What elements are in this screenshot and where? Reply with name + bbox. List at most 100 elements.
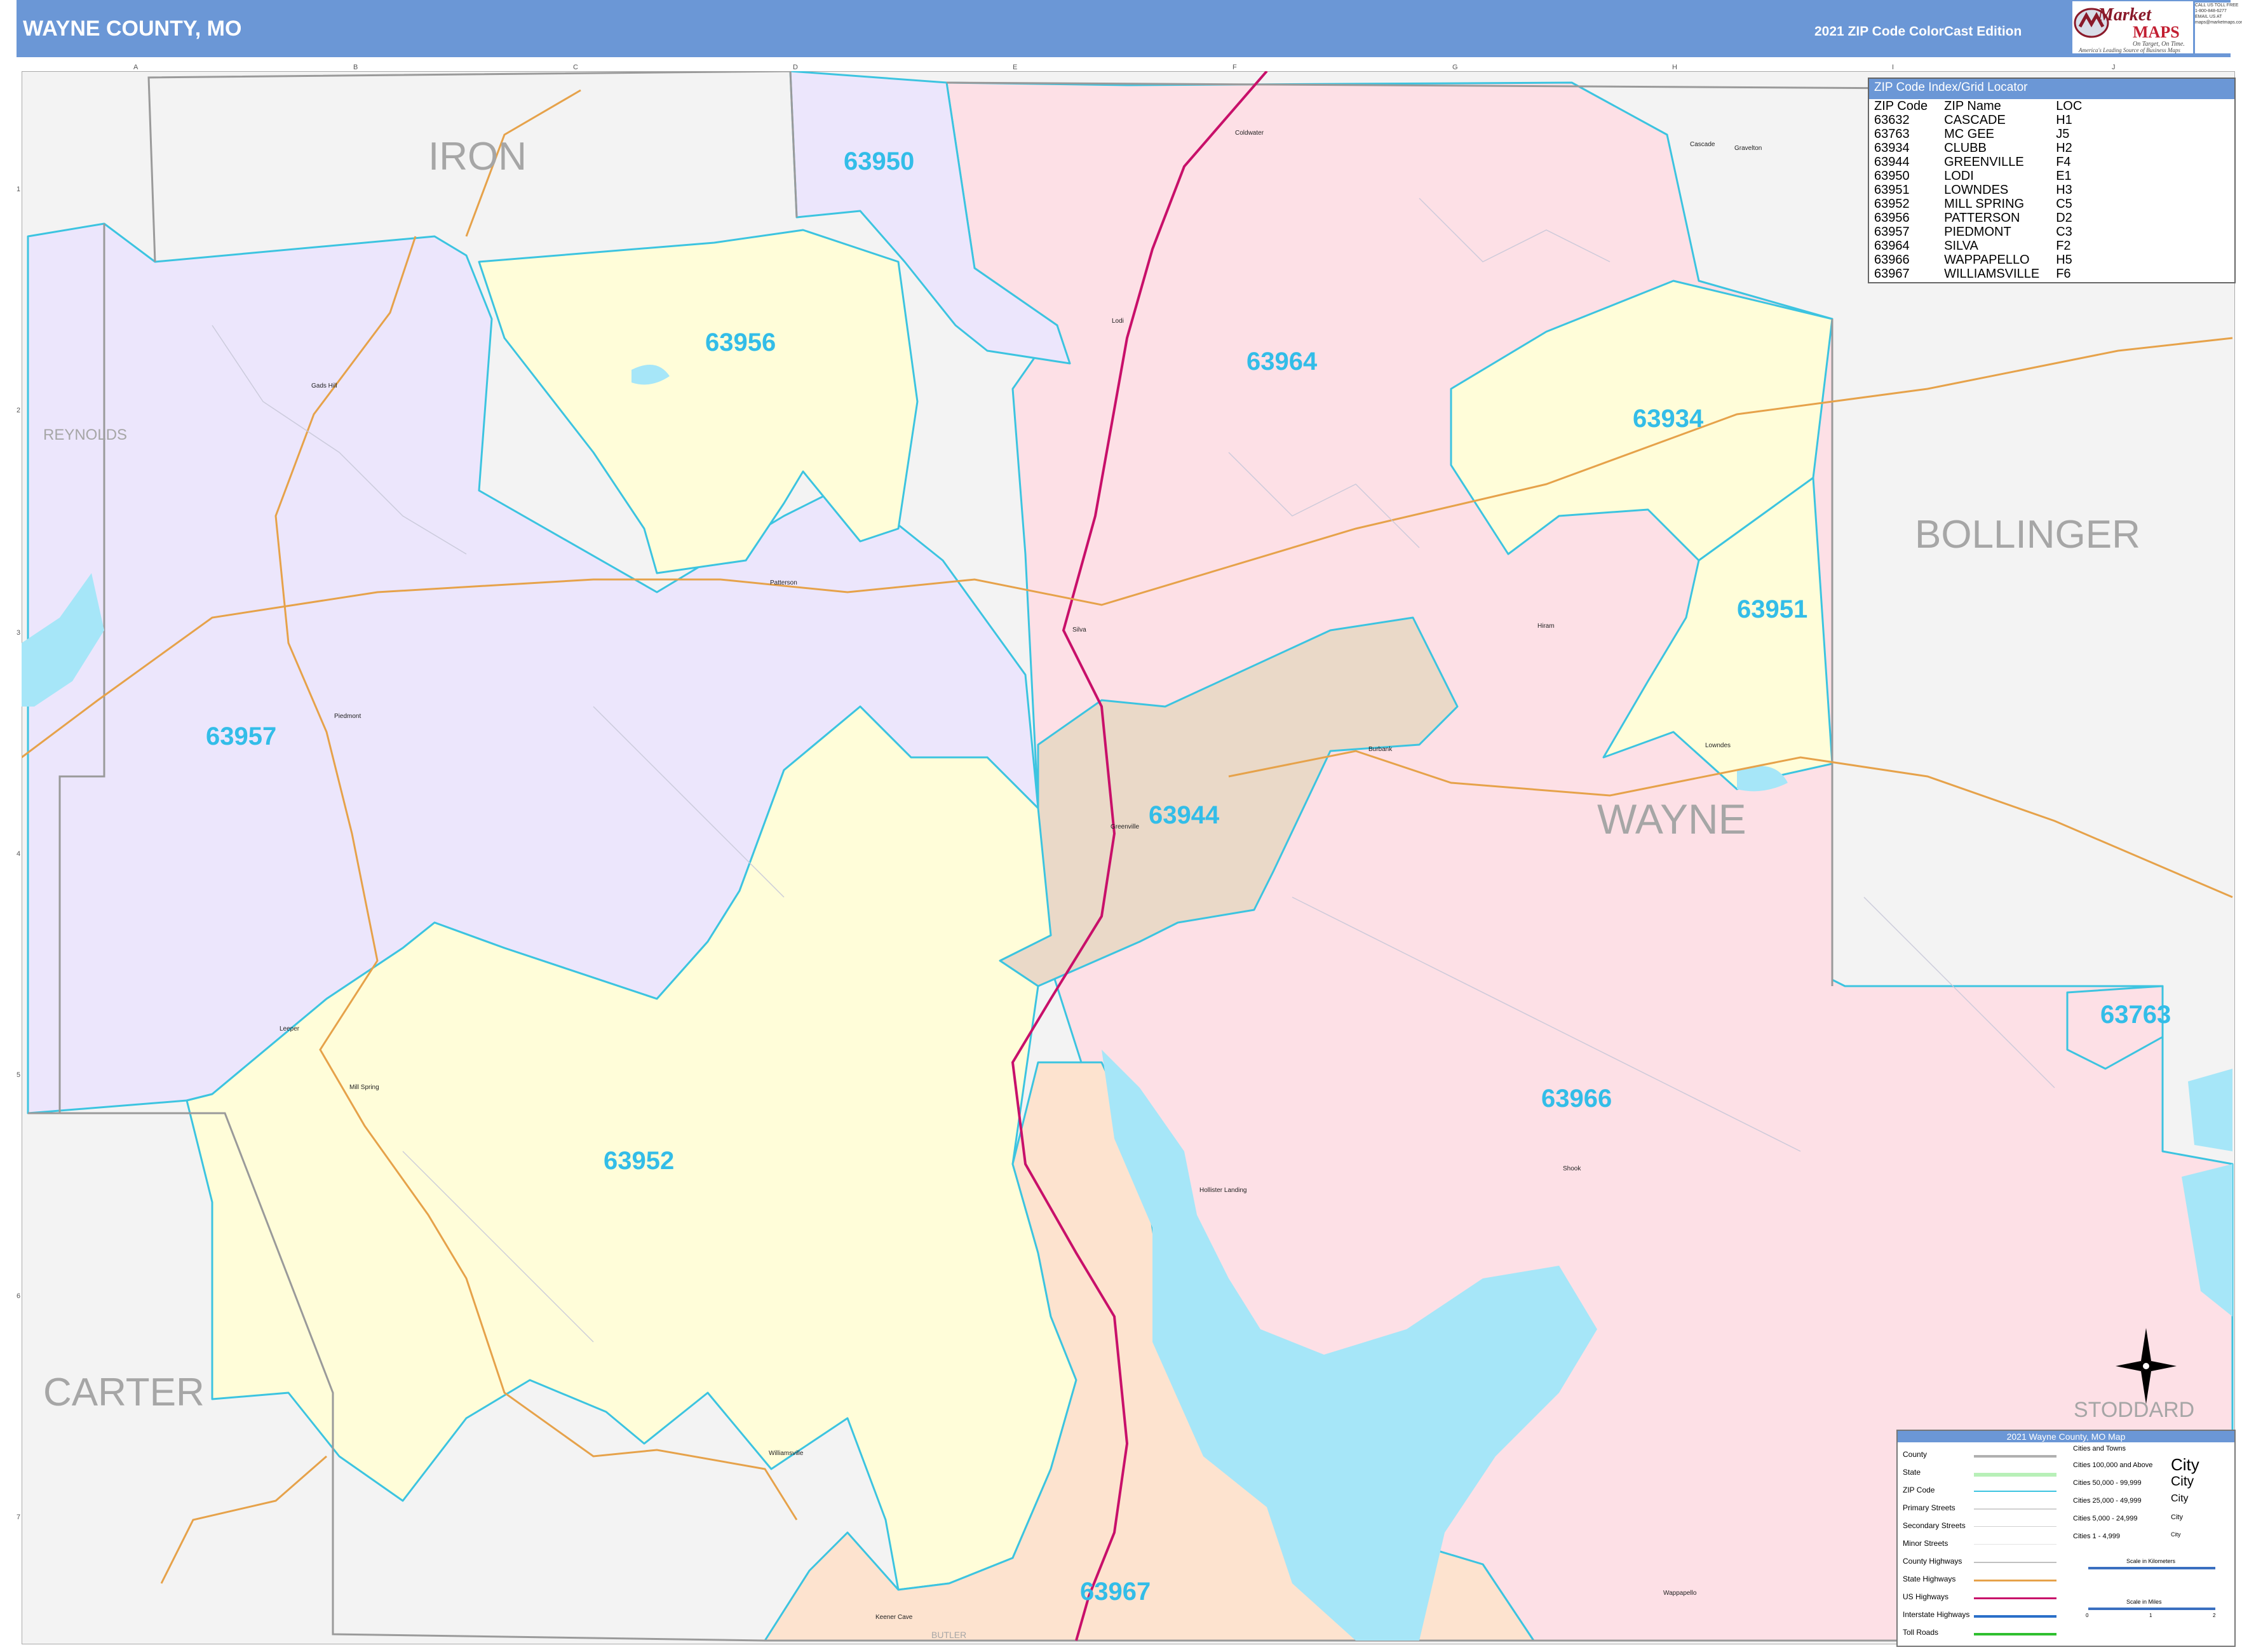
- county-label-wayne: WAYNE: [1597, 796, 1746, 843]
- grid-row-label: 6: [17, 1292, 21, 1300]
- contact-line: CALL US TOLL FREE: [2195, 3, 2239, 8]
- legend-feature: Toll Roads: [1903, 1628, 1939, 1637]
- town-label: Burbank: [1368, 746, 1393, 753]
- table-cell: 63950: [1874, 169, 1910, 183]
- legend-swatch-state: [1974, 1473, 2056, 1477]
- zip-label-63964: 63964: [1246, 348, 1318, 376]
- legend-scale-tick: 1: [2149, 1613, 2152, 1618]
- grid-col-label: G: [1452, 64, 1458, 71]
- zip-label-63956: 63956: [705, 328, 776, 356]
- county-label-butler: BUTLER: [931, 1630, 966, 1640]
- zip-index-row: 63967 WILLIAMSVILLE F6: [1872, 267, 2084, 281]
- legend-city-sample: City: [2171, 1513, 2183, 1521]
- legend-scale-mi-bar: [2088, 1608, 2215, 1610]
- legend-city-sample: City: [2171, 1474, 2194, 1489]
- table-cell: 63952: [1874, 197, 1910, 211]
- legend-cities-title: Cities and Towns: [2073, 1445, 2126, 1452]
- grid-row-label: 3: [17, 629, 21, 637]
- zip-index-row: 63632 CASCADE H1: [1872, 113, 2084, 127]
- county-label-reynolds: REYNOLDS: [43, 426, 127, 443]
- legend-city-sample: City: [2171, 1493, 2189, 1504]
- edition-label: 2021 ZIP Code ColorCast Edition: [1814, 24, 2022, 39]
- table-cell: F2: [2056, 239, 2071, 253]
- county-label-bollinger: BOLLINGER: [1915, 513, 2140, 557]
- zip-index-row: 63944 GREENVILLE F4: [1872, 155, 2084, 169]
- town-label: Williamsville: [769, 1450, 804, 1457]
- contact-line: EMAIL US AT: [2195, 15, 2222, 19]
- zip-index-row: 63966 WAPPAPELLO H5: [1872, 253, 2084, 267]
- table-cell: H2: [2056, 141, 2072, 155]
- zip-label-63952: 63952: [604, 1147, 674, 1175]
- zip-label-63950: 63950: [844, 147, 914, 175]
- legend-feature: State: [1903, 1468, 1921, 1477]
- table-cell: 63763: [1874, 127, 1910, 141]
- grid-col-label: A: [133, 64, 138, 71]
- county-label-iron: IRON: [428, 135, 527, 179]
- table-cell: D2: [2056, 211, 2072, 225]
- table-cell: E1: [2056, 169, 2072, 183]
- zip-label-63763: 63763: [2100, 1001, 2171, 1029]
- table-cell: F4: [2056, 155, 2071, 169]
- zip-index-row: 63952 MILL SPRING C5: [1872, 197, 2084, 211]
- legend-feature: Minor Streets: [1903, 1539, 1948, 1548]
- grid-col-label: C: [573, 64, 578, 71]
- legend-city-range: Cities 100,000 and Above: [2073, 1461, 2153, 1469]
- town-label: Leeper: [280, 1026, 300, 1032]
- table-cell: 63934: [1874, 141, 1910, 155]
- table-cell: LODI: [1944, 169, 1974, 183]
- town-label: Hollister Landing: [1199, 1187, 1247, 1194]
- legend-scale-km-bar: [2088, 1567, 2215, 1569]
- zip-label-63966: 63966: [1541, 1085, 1612, 1113]
- map-title: WAYNE COUNTY, MO: [23, 17, 242, 41]
- zip-code-map[interactable]: IRON REYNOLDS BOLLINGER WAYNE CARTER STO…: [22, 71, 2235, 1644]
- grid-row-label: 5: [17, 1071, 21, 1079]
- legend-swatch-state-hwy: [1974, 1580, 2056, 1581]
- table-cell: PIEDMONT: [1944, 225, 2011, 239]
- table-cell: 63966: [1874, 253, 1910, 267]
- legend-swatch-toll: [1974, 1633, 2056, 1635]
- town-label: Piedmont: [334, 713, 361, 720]
- zip-index-title: ZIP Code Index/Grid Locator: [1869, 79, 2234, 99]
- table-cell: CLUBB: [1944, 141, 1987, 155]
- zip-label-63967: 63967: [1080, 1578, 1151, 1606]
- town-label: Keener Cave: [875, 1614, 913, 1621]
- market-maps-logo[interactable]: Market MAPS On Target, On Time. America'…: [2072, 1, 2193, 53]
- table-header-row: ZIP Code ZIP Name LOC: [1872, 99, 2084, 113]
- town-label: Wappapello: [1663, 1590, 1697, 1597]
- legend-city-range: Cities 1 - 4,999: [2073, 1533, 2120, 1540]
- legend-city-range: Cities 50,000 - 99,999: [2073, 1479, 2142, 1487]
- grid-row-label: 1: [17, 186, 21, 193]
- grid-row-label: 7: [17, 1513, 21, 1521]
- table-cell: SILVA: [1944, 239, 1978, 253]
- zip-index-row: 63763 MC GEE J5: [1872, 127, 2084, 141]
- legend-city-sample: City: [2171, 1531, 2181, 1538]
- table-cell: H1: [2056, 113, 2072, 127]
- table-cell: MILL SPRING: [1944, 197, 2025, 211]
- column-header: ZIP Code: [1874, 99, 1928, 113]
- zip-code-index: ZIP Code Index/Grid Locator ZIP Code ZIP…: [1868, 78, 2236, 283]
- table-cell: 63964: [1874, 239, 1910, 253]
- grid-col-label: B: [353, 64, 358, 71]
- table-cell: 63956: [1874, 211, 1910, 225]
- town-label: Hiram: [1537, 623, 1555, 630]
- table-cell: J5: [2056, 127, 2070, 141]
- legend-scale-tick: 0: [2086, 1613, 2089, 1618]
- town-label: Cascade: [1690, 141, 1715, 148]
- map-legend: 2021 Wayne County, MO Map County State Z…: [1896, 1430, 2236, 1647]
- town-label: Gads Hill: [311, 383, 337, 389]
- contact-line: maps@marketmaps.com: [2195, 20, 2242, 25]
- town-label: Coldwater: [1235, 130, 1264, 137]
- table-cell: 63967: [1874, 267, 1910, 281]
- zip-index-row: 63951 LOWNDES H3: [1872, 183, 2084, 197]
- zip-index-row: 63934 CLUBB H2: [1872, 141, 2084, 155]
- zip-label-63951: 63951: [1737, 595, 1807, 623]
- legend-feature: County: [1903, 1450, 1928, 1459]
- zip-index-row: 63957 PIEDMONT C3: [1872, 225, 2084, 239]
- legend-feature: Primary Streets: [1903, 1503, 1955, 1512]
- table-cell: WAPPAPELLO: [1944, 253, 2030, 267]
- table-cell: 63951: [1874, 183, 1910, 197]
- legend-swatch-primary: [1974, 1508, 2056, 1510]
- zip-index-table: ZIP Code ZIP Name LOC 63632 CASCADE H1 6376…: [1872, 99, 2084, 281]
- grid-col-label: I: [1892, 64, 1894, 71]
- town-label: Gravelton: [1734, 145, 1762, 152]
